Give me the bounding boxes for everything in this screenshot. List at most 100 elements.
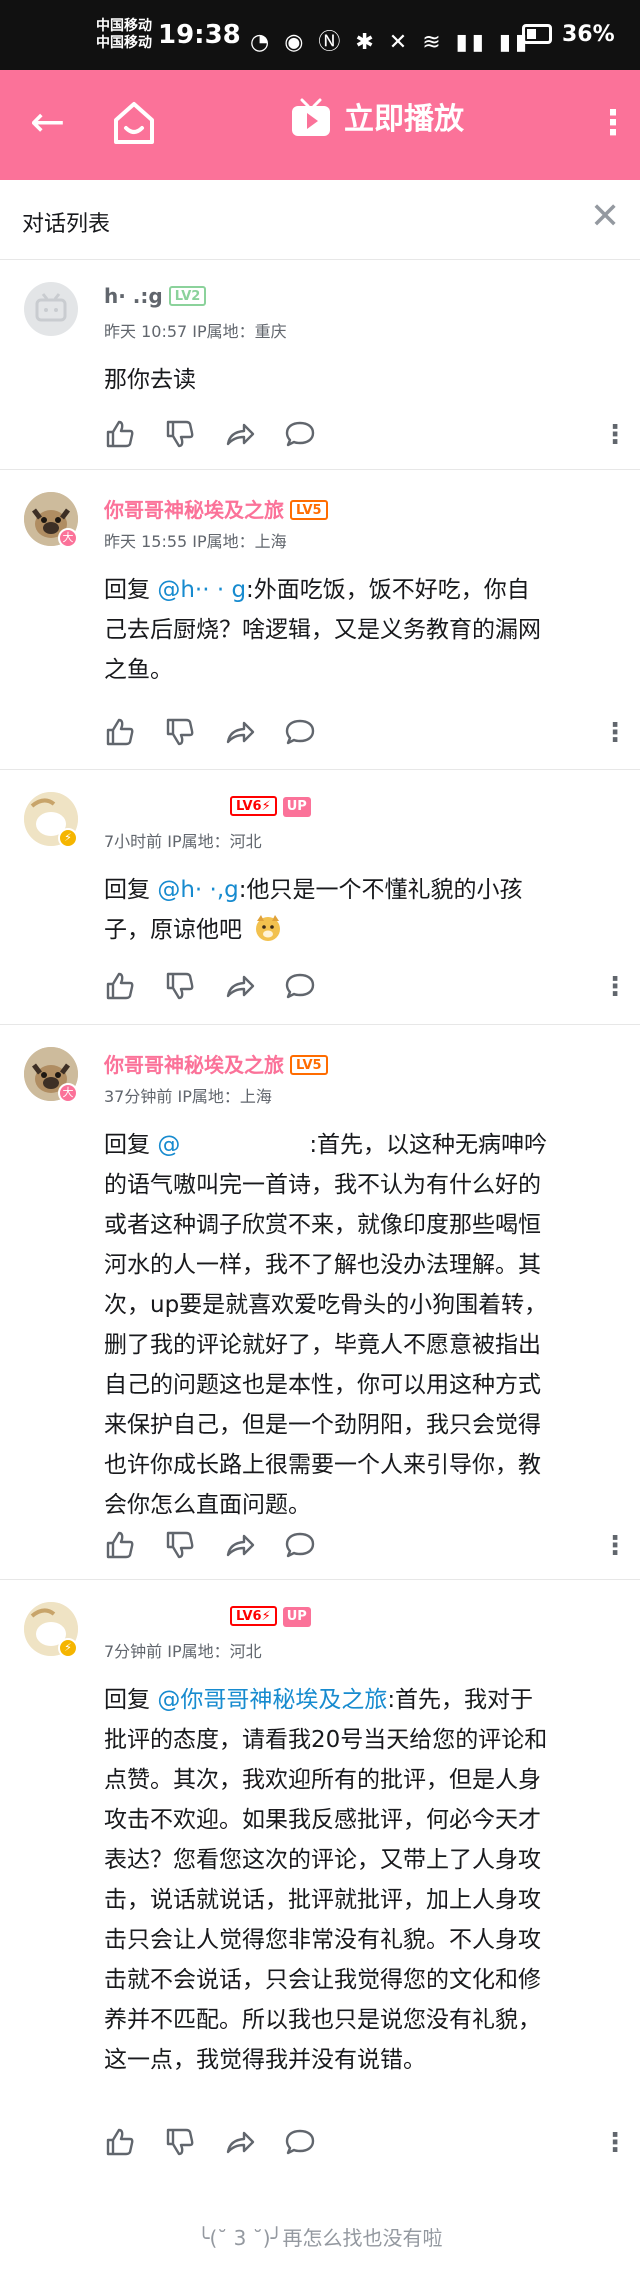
comment-line-text: :外面吃饭，饭不好吃，你自 [246, 577, 530, 603]
comment-line: 那你去读 [104, 367, 196, 393]
comment-line: 来保护自己，但是一个劲阴阳，我只会觉得 [104, 1412, 541, 1438]
comment-text: 那你去读 [104, 360, 604, 400]
ip-location: IP属地：上海 [192, 532, 287, 551]
comment-line: 批评的态度，请看我20号当天给您的评论和 [104, 1727, 548, 1753]
like-icon[interactable] [104, 2126, 136, 2158]
play-now-label[interactable]: 立即播放 [344, 100, 464, 140]
comment-line: 自己的问题这也是本性，你可以用这种方式 [104, 1372, 541, 1398]
tv-play-icon[interactable] [290, 98, 332, 140]
like-icon[interactable] [104, 1529, 136, 1561]
comment-line: 回复 @你哥哥神秘埃及之旅:首先，我对于 [104, 1680, 604, 1720]
mention-link[interactable]: @ [157, 1125, 309, 1165]
share-icon[interactable] [224, 418, 256, 450]
comment-item: 大 你哥哥神秘埃及之旅 LV5 37分钟前 IP属地：上海 回复 @:首先，以这种… [0, 1025, 640, 1580]
user-name[interactable]: LV6⚡ UP [104, 1604, 311, 1628]
dislike-icon[interactable] [164, 418, 196, 450]
comment-item: ⚡ LV6⚡ UP 7分钟前 IP属地：河北 回复 @你哥哥神秘埃及之旅:首先，我… [0, 1580, 640, 2170]
share-icon[interactable] [224, 1529, 256, 1561]
level-badge: LV6⚡ [230, 1606, 277, 1626]
mention-link[interactable]: @你哥哥神秘埃及之旅 [157, 1687, 387, 1713]
reply-prefix: 回复 [104, 577, 158, 603]
comment-line: 击，说话就说话，批评就批评，加上人身攻 [104, 1887, 541, 1913]
user-name[interactable]: h· .:g LV2 [104, 284, 207, 308]
reply-icon[interactable] [284, 1529, 316, 1561]
comment-item: 大 你哥哥神秘埃及之旅 LV5 昨天 15:55 IP属地：上海 回复 @h·· … [0, 470, 640, 770]
comment-actions: ⋮ [104, 418, 628, 454]
comment-more-icon[interactable]: ⋮ [602, 2128, 628, 2158]
comment-meta: 37分钟前 IP属地：上海 [104, 1083, 272, 1107]
reply-icon[interactable] [284, 2126, 316, 2158]
level-badge: LV6⚡ [230, 796, 277, 816]
comment-text: 回复 @h·· · g:外面吃饭，饭不好吃，你自 己去后厨烧？啥逻辑，又是义务教… [104, 570, 604, 690]
dialog-header: 对话列表 ✕ [0, 180, 640, 260]
back-arrow-icon[interactable]: ← [30, 96, 65, 148]
like-icon[interactable] [104, 970, 136, 1002]
app-bar: ← 立即播放 ⋮ [0, 70, 640, 180]
dislike-icon[interactable] [164, 1529, 196, 1561]
close-icon[interactable]: ✕ [590, 196, 620, 237]
member-badge-icon: 大 [58, 1083, 78, 1103]
comment-more-icon[interactable]: ⋮ [602, 420, 628, 450]
up-badge: UP [282, 797, 311, 817]
comment-line: 也许你成长路上很需要一个人来引导你，教 [104, 1452, 541, 1478]
like-icon[interactable] [104, 418, 136, 450]
comment-line: 次，up要是就喜欢爱吃骨头的小狗围着转， [104, 1292, 548, 1318]
comment-line: 河水的人一样，我不了解也没办法理解。其 [104, 1252, 541, 1278]
share-icon[interactable] [224, 970, 256, 1002]
comment-line-text: :他只是一个不懂礼貌的小孩 [238, 877, 523, 903]
ip-location: IP属地：河北 [167, 1642, 262, 1661]
dislike-icon[interactable] [164, 716, 196, 748]
carrier-labels: 中国移动 中国移动 [96, 18, 152, 52]
like-icon[interactable] [104, 716, 136, 748]
comment-item: ⚡ LV6⚡ UP 7小时前 IP属地：河北 回复 @h· ·,g:他只是一个不懂… [0, 770, 640, 1025]
comment-meta: 昨天 10:57 IP属地：重庆 [104, 318, 287, 342]
user-name[interactable]: 你哥哥神秘埃及之旅 LV5 [104, 494, 328, 523]
comment-line-text: :首先，以这种无病呻吟 [309, 1132, 548, 1158]
user-name[interactable]: 你哥哥神秘埃及之旅 LV5 [104, 1049, 328, 1078]
comment-line: 己去后厨烧？啥逻辑，又是义务教育的漏网 [104, 617, 541, 643]
home-icon[interactable] [112, 98, 156, 148]
mention-link[interactable]: @h·· · g [157, 577, 246, 603]
ip-location: IP属地：重庆 [192, 322, 287, 341]
comment-actions: ⋮ [104, 1529, 628, 1565]
reply-icon[interactable] [284, 970, 316, 1002]
comment-more-icon[interactable]: ⋮ [602, 972, 628, 1002]
more-options-icon[interactable]: ⋮ [596, 100, 630, 146]
comment-line: 回复 @h· ·,g:他只是一个不懂礼貌的小孩 [104, 870, 604, 910]
member-badge-icon: 大 [58, 528, 78, 548]
reply-icon[interactable] [284, 418, 316, 450]
comment-line: 子，原谅他吧 [104, 910, 604, 950]
ip-location: IP属地：上海 [177, 1087, 272, 1106]
comment-time: 37分钟前 [104, 1087, 173, 1106]
comment-line: 击只会让人觉得您非常没有礼貌。不人身攻 [104, 1927, 541, 1953]
mention-link[interactable]: @h· ·,g [157, 877, 238, 903]
avatar[interactable] [24, 282, 78, 336]
dislike-icon[interactable] [164, 970, 196, 1002]
comment-line: 回复 @:首先，以这种无病呻吟 [104, 1125, 604, 1165]
comment-time: 昨天 10:57 [104, 322, 188, 341]
up-badge: UP [282, 1607, 311, 1627]
comment-meta: 昨天 15:55 IP属地：上海 [104, 528, 287, 552]
reply-prefix: 回复 [104, 877, 158, 903]
ip-location: IP属地：河北 [167, 832, 262, 851]
share-icon[interactable] [224, 2126, 256, 2158]
reply-icon[interactable] [284, 716, 316, 748]
reply-prefix: 回复 [104, 1132, 158, 1158]
share-icon[interactable] [224, 716, 256, 748]
dislike-icon[interactable] [164, 2126, 196, 2158]
level-badge: LV5 [290, 1055, 328, 1075]
comment-line: 点赞。其次，我欢迎所有的批评，但是人身 [104, 1767, 541, 1793]
user-name-text: 你哥哥神秘埃及之旅 [104, 1053, 284, 1077]
comment-time: 昨天 15:55 [104, 532, 188, 551]
battery-icon [522, 24, 552, 44]
comment-more-icon[interactable]: ⋮ [602, 718, 628, 748]
comment-actions: ⋮ [104, 2126, 628, 2162]
level-badge: LV2 [168, 286, 207, 306]
member-badge-icon: ⚡ [58, 828, 78, 848]
comment-line: 击就不会说话，只会让我觉得您的文化和修 [104, 1967, 541, 1993]
user-name[interactable]: LV6⚡ UP [104, 794, 311, 818]
comment-line-text: 子，原谅他吧 [104, 917, 242, 943]
doge-emoji-icon [256, 915, 281, 941]
comment-more-icon[interactable]: ⋮ [602, 1531, 628, 1561]
comment-time: 7分钟前 [104, 1642, 163, 1661]
